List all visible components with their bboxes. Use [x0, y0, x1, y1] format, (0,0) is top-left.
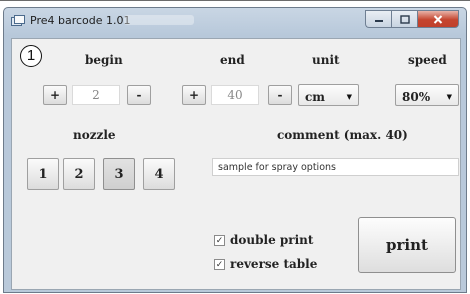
double-print-label: double print: [230, 233, 314, 247]
begin-decrement-button[interactable]: -: [127, 85, 151, 105]
end-increment-button[interactable]: +: [182, 85, 206, 105]
speed-select[interactable]: 80% ▼: [395, 84, 459, 106]
window-title: Pre4 barcode 1.01: [30, 14, 131, 27]
nozzle-label: nozzle: [73, 128, 116, 142]
end-value-field[interactable]: 40: [211, 85, 259, 105]
reverse-table-check-icon: ✓: [214, 258, 225, 270]
minimize-icon: [374, 20, 383, 22]
double-print-check-icon: ✓: [214, 234, 225, 246]
begin-label: begin: [85, 53, 123, 67]
nozzle-1-button[interactable]: 1: [27, 158, 59, 190]
maximize-button[interactable]: [391, 10, 417, 28]
maximize-icon: [399, 14, 410, 24]
unit-selected-value: cm: [305, 90, 326, 104]
title-bar[interactable]: Pre4 barcode 1.01: [4, 8, 466, 36]
begin-increment-button[interactable]: +: [43, 85, 67, 105]
double-print-checkbox[interactable]: ✓ double print: [214, 233, 313, 247]
unit-label: unit: [312, 53, 340, 67]
app-window: Pre4 barcode 1.01 1 begin end unit speed…: [3, 7, 467, 293]
nozzle-2-button[interactable]: 2: [63, 158, 95, 190]
close-icon: [433, 14, 443, 24]
app-icon: [11, 15, 25, 26]
title-ghost-text: [124, 15, 194, 25]
comment-input[interactable]: sample for spray options: [212, 158, 459, 176]
comment-label: comment (max. 40): [277, 128, 408, 142]
end-label: end: [220, 53, 245, 67]
nozzle-4-button[interactable]: 4: [143, 158, 175, 190]
window-controls: [365, 10, 459, 28]
speed-selected-value: 80%: [402, 90, 431, 104]
end-decrement-button[interactable]: -: [268, 85, 292, 105]
print-button[interactable]: print: [358, 217, 456, 273]
nozzle-3-button[interactable]: 3: [103, 158, 135, 190]
step-number-badge: 1: [20, 45, 42, 67]
speed-dropdown-arrow-icon: ▼: [446, 92, 452, 101]
minimize-button[interactable]: [365, 10, 391, 28]
begin-value-field[interactable]: 2: [72, 85, 120, 105]
screen-top-border: [0, 0, 470, 1]
reverse-table-label: reverse table: [230, 257, 318, 271]
unit-select[interactable]: cm ▼: [298, 84, 359, 106]
speed-label: speed: [408, 53, 447, 67]
main-panel: 1 begin end unit speed + 2 - + 40 - cm ▼…: [11, 38, 461, 290]
reverse-table-checkbox[interactable]: ✓ reverse table: [214, 257, 317, 271]
unit-dropdown-arrow-icon: ▼: [346, 92, 352, 101]
close-button[interactable]: [417, 10, 459, 28]
